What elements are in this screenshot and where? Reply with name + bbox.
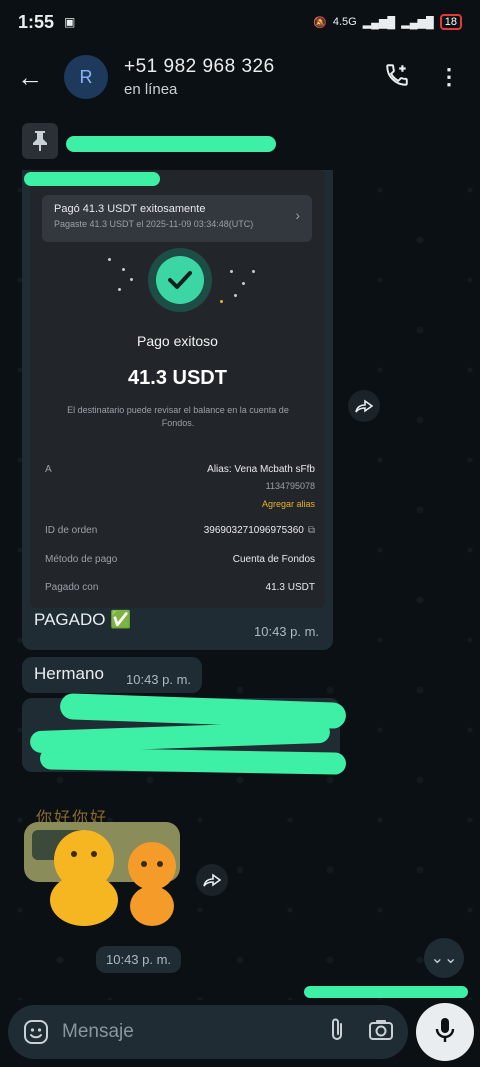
paid-with-value: 41.3 USDT <box>265 582 315 593</box>
payment-title: Pago exitoso <box>137 333 218 349</box>
payment-receipt-image[interactable]: Pagó 41.3 USDT exitosamente Pagaste 41.3… <box>30 170 325 608</box>
redaction-scribble <box>304 986 468 998</box>
confetti-dot <box>252 270 255 273</box>
sticker-time: 10:43 p. m. <box>96 946 182 973</box>
signal-icon: ▂▄▆█ <box>362 16 396 29</box>
battery-icon: 18 <box>439 14 462 30</box>
order-row: ID de orden 396903271096975360 ⧉ <box>45 525 315 536</box>
avatar[interactable]: R <box>64 55 108 99</box>
confetti-dot <box>230 270 233 273</box>
microphone-icon <box>434 1016 456 1049</box>
confetti-dot <box>234 294 237 297</box>
confetti-dot <box>108 258 111 261</box>
more-options-icon[interactable]: ⋮ <box>438 64 460 90</box>
message-bubble-hermano[interactable]: Hermano 10:43 p. m. <box>22 657 202 693</box>
contact-status: en línea <box>124 81 178 98</box>
status-bar: 1:55 ▣ 🔕 4.5G ▂▄▆█ ▂▄▆█ 18 <box>0 0 480 44</box>
voice-message-button[interactable] <box>416 1003 474 1061</box>
sticker-icon[interactable] <box>22 1018 50 1046</box>
payment-amount: 41.3 USDT <box>128 367 227 389</box>
forward-icon[interactable] <box>196 864 228 896</box>
sticker-image[interactable] <box>24 810 184 932</box>
add-call-icon[interactable] <box>384 62 410 93</box>
mute-icon: 🔕 <box>313 16 327 29</box>
message-composer[interactable] <box>8 1005 408 1059</box>
confetti-dot <box>130 278 133 281</box>
order-label: ID de orden <box>45 525 98 536</box>
chat-header: ← R +51 982 968 326 en línea ⋮ <box>0 44 480 110</box>
recipient-label: A <box>45 464 52 475</box>
network-label: 4.5G <box>332 16 357 28</box>
payment-message-bubble[interactable]: Pagó 41.3 USDT exitosamente Pagaste 41.3… <box>22 170 333 650</box>
banner-title: Pagó 41.3 USDT exitosamente <box>54 203 206 215</box>
recipient-row: A Alias: Vena Mcbath sFfb 1134795078 Agr… <box>45 464 315 509</box>
payment-note: El destinatario puede revisar el balance… <box>67 405 289 428</box>
status-time: 1:55 <box>18 11 55 32</box>
banner-subtitle: Pagaste 41.3 USDT el 2025-11-09 03:34:48… <box>54 219 254 229</box>
redaction-scribble <box>24 172 160 186</box>
camera-icon[interactable] <box>368 1018 394 1047</box>
paid-with-label: Pagado con <box>45 582 99 593</box>
message-time: 10:43 p. m. <box>126 672 192 687</box>
payment-banner[interactable]: Pagó 41.3 USDT exitosamente Pagaste 41.3… <box>42 195 312 242</box>
recipient-alias: Alias: Vena Mcbath sFfb <box>207 464 315 475</box>
notification-icon: ▣ <box>64 15 76 29</box>
pinned-message-bar[interactable] <box>0 112 480 170</box>
message-input[interactable] <box>62 1021 328 1043</box>
confetti-dot <box>122 268 125 271</box>
copy-icon[interactable]: ⧉ <box>308 525 315 536</box>
contact-name: +51 982 968 326 <box>124 56 275 77</box>
scroll-to-bottom-button[interactable]: ⌄⌄ <box>424 938 464 978</box>
redaction-scribble <box>66 136 276 152</box>
chevron-right-icon: › <box>295 207 300 223</box>
success-check-icon <box>148 248 212 312</box>
back-arrow-icon[interactable]: ← <box>0 62 60 93</box>
contact-info[interactable]: +51 982 968 326 en línea <box>124 56 275 98</box>
message-time: 10:43 p. m. <box>254 624 320 639</box>
order-value: 396903271096975360 <box>203 525 304 536</box>
message-caption: PAGADO ✅ <box>34 610 132 629</box>
recipient-id: 1134795078 <box>265 481 315 491</box>
pin-icon <box>22 123 58 159</box>
confetti-dot <box>118 288 121 291</box>
method-row: Método de pago Cuenta de Fondos <box>45 554 315 565</box>
method-value: Cuenta de Fondos <box>232 554 315 565</box>
confetti-dot <box>242 282 245 285</box>
confetti-dot <box>220 300 223 303</box>
add-alias-link[interactable]: Agregar alias <box>207 499 315 509</box>
attach-icon[interactable] <box>328 1017 346 1048</box>
method-label: Método de pago <box>45 554 118 565</box>
forward-icon[interactable] <box>348 390 380 422</box>
signal-icon-2: ▂▄▆█ <box>401 16 434 29</box>
chat-area[interactable]: Pagó 41.3 USDT exitosamente Pagaste 41.3… <box>0 170 480 1000</box>
chevron-double-down-icon: ⌄⌄ <box>430 950 458 967</box>
paid-with-row: Pagado con 41.3 USDT <box>45 582 315 593</box>
message-text: Hermano <box>34 664 104 683</box>
